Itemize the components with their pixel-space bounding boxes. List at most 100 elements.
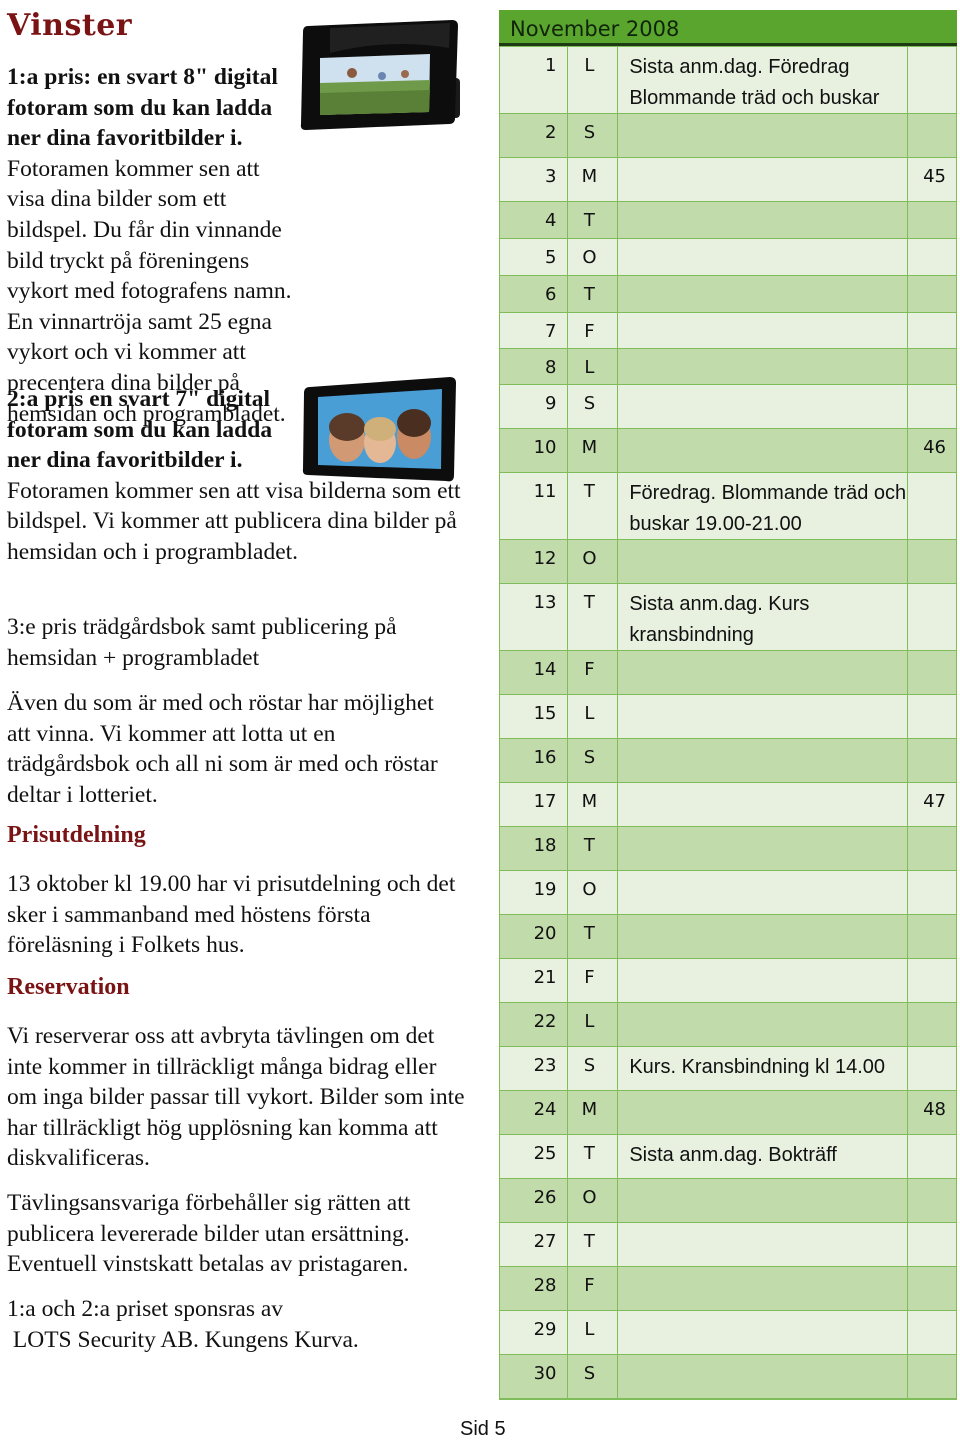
calendar-weekday: T <box>566 827 618 870</box>
calendar-week-number <box>907 1311 957 1354</box>
calendar-weekday: S <box>566 1355 618 1398</box>
calendar-row: 24 M 48 <box>499 1090 957 1134</box>
calendar-event <box>617 915 907 958</box>
calendar-week-number <box>907 47 957 113</box>
calendar-day: 25 <box>499 1135 567 1178</box>
calendar-event <box>617 1179 907 1222</box>
calendar-weekday: S <box>566 1047 618 1090</box>
calendar-row: 1 L Sista anm.dag. Föredrag Blommande träd… <box>499 46 957 113</box>
calendar-day: 9 <box>499 385 567 428</box>
calendar-weekday: O <box>566 239 618 275</box>
calendar-event <box>617 158 907 201</box>
sponsor-text: 1:a och 2:a priset sponsras av LOTS Secu… <box>7 1294 469 1355</box>
prize2-text: 2:a pris en svart 7" digital fotoram som… <box>7 384 477 568</box>
calendar-week-number <box>907 739 957 782</box>
calendar-day: 15 <box>499 695 567 738</box>
calendar-event <box>617 349 907 384</box>
calendar-row: 4T <box>499 201 957 238</box>
prize1-text: 1:a pris: en svart 8" digital fotoram so… <box>7 62 292 429</box>
calendar-day: 14 <box>499 651 567 694</box>
calendar-row: 25 T Sista anm.dag. Bokträff <box>499 1134 957 1178</box>
calendar-row: 7F <box>499 312 957 348</box>
calendar-event <box>617 1311 907 1354</box>
page-title: Vinster <box>7 8 133 43</box>
calendar-day: 13 <box>499 584 567 650</box>
calendar-event <box>617 739 907 782</box>
calendar-week-number <box>907 239 957 275</box>
calendar-week-number <box>907 695 957 738</box>
calendar-day: 22 <box>499 1003 567 1046</box>
calendar-event <box>617 114 907 157</box>
calendar-week-number <box>907 114 957 157</box>
calendar-event <box>617 1223 907 1266</box>
calendar-weekday: S <box>566 385 618 428</box>
calendar-weekday: M <box>566 429 618 472</box>
calendar-event: Föredrag. Blommande träd och buskar 19.0… <box>617 473 907 539</box>
calendar-week-number: 46 <box>907 429 957 472</box>
calendar-weekday: S <box>566 114 618 157</box>
calendar-weekday: L <box>566 349 618 384</box>
calendar-weekday: F <box>566 313 618 348</box>
calendar-week-number: 48 <box>907 1091 957 1134</box>
calendar-day: 28 <box>499 1267 567 1310</box>
calendar-event <box>617 1003 907 1046</box>
reservation-text: Vi reserverar oss att avbryta tävlingen … <box>7 1023 465 1172</box>
voters-lottery-text: Även du som är med och röstar har möjlig… <box>7 690 438 808</box>
calendar-week-number <box>907 202 957 238</box>
calendar-day: 3 <box>499 158 567 201</box>
award-text: 13 oktober kl 19.00 har vi prisutdelning… <box>7 871 456 959</box>
calendar-day: 8 <box>499 349 567 384</box>
calendar-day: 12 <box>499 540 567 583</box>
calendar-week-number <box>907 1267 957 1310</box>
calendar-weekday: L <box>566 1003 618 1046</box>
calendar-day: 7 <box>499 313 567 348</box>
calendar-day: 1 <box>499 47 567 113</box>
calendar-week-number <box>907 1179 957 1222</box>
calendar-event <box>617 651 907 694</box>
calendar-weekday: F <box>566 651 618 694</box>
calendar-week-number <box>907 651 957 694</box>
reservation-heading: Reservation <box>7 974 130 1000</box>
calendar-event: Sista anm.dag. Bokträff <box>617 1135 907 1178</box>
calendar-row: 29 L <box>499 1310 957 1354</box>
calendar-weekday: T <box>566 202 618 238</box>
calendar-row: 9S <box>499 384 957 428</box>
calendar-event <box>617 385 907 428</box>
calendar-event <box>617 1091 907 1134</box>
calendar-event <box>617 1267 907 1310</box>
calendar-event <box>617 871 907 914</box>
calendar-event: Kurs. Kransbindning kl 14.00 <box>617 1047 907 1090</box>
calendar-row: 12 O <box>499 539 957 583</box>
calendar-row: 16 S <box>499 738 957 782</box>
calendar-table: November 2008 1 L Sista anm.dag. Föredrag … <box>499 10 957 1400</box>
calendar-row: 5O <box>499 238 957 275</box>
calendar-weekday: T <box>566 584 618 650</box>
calendar-event <box>617 313 907 348</box>
calendar-week-number <box>907 959 957 1002</box>
calendar-event <box>617 239 907 275</box>
calendar-weekday: F <box>566 1267 618 1310</box>
calendar-row: 23 S Kurs. Kransbindning kl 14.00 <box>499 1046 957 1090</box>
calendar-week-number <box>907 276 957 312</box>
calendar-week-number <box>907 1135 957 1178</box>
calendar-day: 19 <box>499 871 567 914</box>
calendar-row: 15 L <box>499 694 957 738</box>
calendar-weekday: T <box>566 1135 618 1178</box>
sponsor-line-2: LOTS Security AB. Kungens Kurva. <box>7 1326 359 1353</box>
calendar-weekday: T <box>566 915 618 958</box>
calendar-day: 30 <box>499 1355 567 1398</box>
calendar-week-number <box>907 1047 957 1090</box>
calendar-row: 28 F <box>499 1266 957 1310</box>
calendar-row: 20 T <box>499 914 957 958</box>
calendar-event: Sista anm.dag. Kurs kransbindning <box>617 584 907 650</box>
calendar-row: 18 T <box>499 826 957 870</box>
calendar-day: 6 <box>499 276 567 312</box>
calendar-row: 8L <box>499 348 957 384</box>
calendar-row: 14 F <box>499 650 957 694</box>
calendar-week-number <box>907 1003 957 1046</box>
calendar-day: 10 <box>499 429 567 472</box>
calendar-week-number <box>907 313 957 348</box>
calendar-row: 26 O <box>499 1178 957 1222</box>
calendar-week-number <box>907 915 957 958</box>
photo-frame-8-inch-image <box>300 20 460 130</box>
